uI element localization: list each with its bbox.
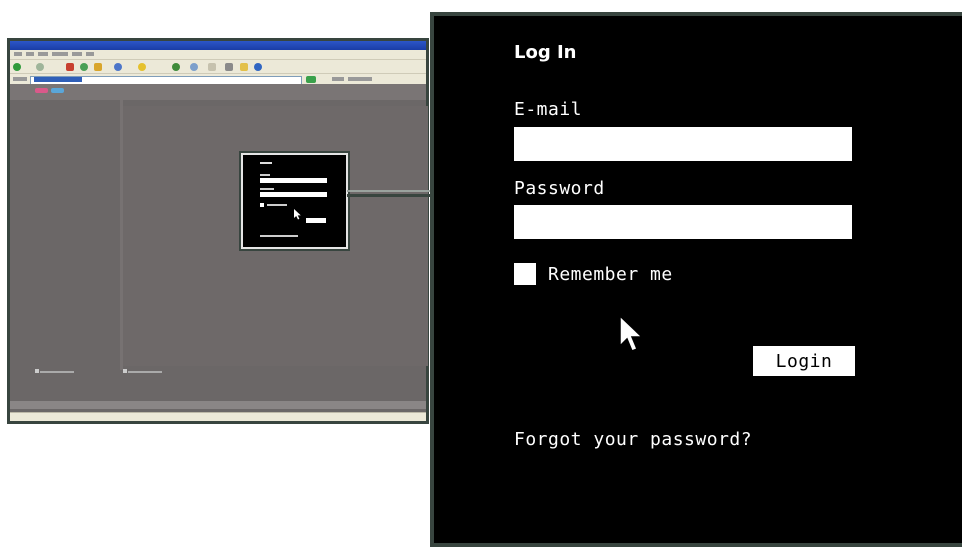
- tab-pill-blue: [51, 88, 64, 93]
- mini-email-label: [260, 174, 270, 176]
- back-icon: [13, 63, 21, 71]
- home-icon: [94, 63, 102, 71]
- bottom-label-left: [35, 369, 75, 374]
- login-button[interactable]: Login: [753, 346, 855, 376]
- arrow-cursor-icon: [619, 314, 644, 352]
- mini-checkbox: [260, 203, 264, 207]
- remember-me-label[interactable]: Remember me: [548, 264, 673, 285]
- browser-statusbar: [10, 412, 426, 421]
- folder-icon: [240, 63, 248, 71]
- mini-login-dialog: [241, 153, 348, 249]
- email-input[interactable]: [514, 127, 852, 161]
- history-icon: [190, 63, 198, 71]
- messenger-icon: [254, 63, 262, 71]
- browser-menubar: [10, 50, 426, 59]
- favorites-icon: [138, 63, 146, 71]
- browser-toolbar: [10, 59, 426, 74]
- bottom-label-right: [123, 369, 163, 374]
- forward-icon: [36, 63, 44, 71]
- remember-me-checkbox[interactable]: [514, 263, 536, 285]
- mini-remember-label: [267, 204, 287, 206]
- login-panel: Log In E-mail Password Remember me Login…: [430, 12, 962, 547]
- forgot-password-link[interactable]: Forgot your password?: [514, 429, 752, 450]
- address-url: [34, 77, 82, 82]
- password-label: Password: [514, 178, 605, 199]
- mini-forgot-link: [260, 235, 298, 237]
- browser-titlebar: [10, 41, 426, 50]
- stop-icon: [66, 63, 74, 71]
- mini-password-input: [260, 192, 327, 197]
- go-icon: [306, 76, 316, 83]
- tab-pill-pink: [35, 88, 48, 93]
- password-input[interactable]: [514, 205, 852, 239]
- media-icon: [172, 63, 180, 71]
- browser-thumbnail: [7, 38, 429, 424]
- print-icon: [225, 63, 233, 71]
- connector-line-top: [347, 190, 435, 192]
- mail-icon: [208, 63, 216, 71]
- search-icon: [114, 63, 122, 71]
- email-label: E-mail: [514, 99, 583, 120]
- mini-password-label: [260, 188, 274, 190]
- page-header-strip: [10, 84, 426, 100]
- mini-title: [260, 162, 272, 164]
- connector-line-bottom: [347, 194, 435, 197]
- login-title: Log In: [514, 42, 577, 63]
- refresh-icon: [80, 63, 88, 71]
- mini-email-input: [260, 178, 327, 183]
- bottom-strip: [10, 401, 426, 409]
- mini-cursor-icon: [294, 209, 301, 220]
- mini-login-button: [306, 218, 326, 223]
